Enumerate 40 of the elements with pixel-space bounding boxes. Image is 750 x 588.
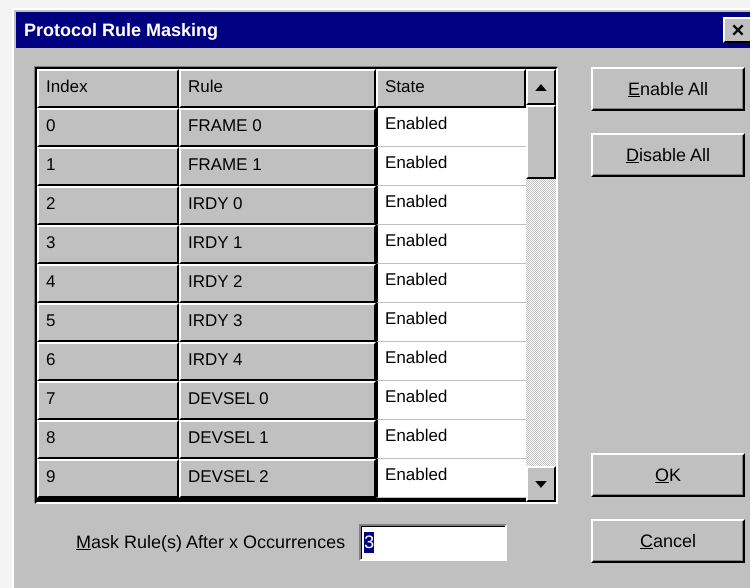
table-cell: 1 [37,147,179,186]
table-cell[interactable]: Enabled [376,303,526,342]
table-cell: FRAME 1 [179,147,376,186]
dialog-button[interactable]: OK [591,453,745,497]
table-cell: 8 [37,420,179,459]
table-cell: DEVSEL 2 [179,459,376,498]
table-cell: 5 [37,303,179,342]
dialog-button[interactable]: Enable All [591,67,745,111]
occurrences-label: Mask Rule(s) After x Occurrences [76,532,346,553]
column-header[interactable]: Index [37,69,179,108]
table-cell[interactable]: Enabled [376,186,526,225]
table-cell: 0 [37,108,179,147]
table-cell: IRDY 0 [179,186,376,225]
table-cell: 3 [37,225,179,264]
column-header[interactable]: Rule [179,69,376,108]
table-cell[interactable]: Enabled [376,264,526,303]
occurrences-field[interactable]: 3 [359,524,508,561]
table-cell: IRDY 3 [179,303,376,342]
table-cell[interactable]: Enabled [376,147,526,186]
table-cell[interactable]: Enabled [376,381,526,420]
column-header[interactable]: State [376,69,526,108]
table-cell[interactable]: Enabled [376,459,526,498]
table-cell[interactable]: Enabled [376,108,526,147]
table-cell: DEVSEL 1 [179,420,376,459]
table-cell: DEVSEL 0 [179,381,376,420]
dialog-button[interactable]: Cancel [591,519,745,563]
table-cell[interactable]: Enabled [376,225,526,264]
window-title: Protocol Rule Masking [24,20,218,40]
table-cell: 2 [37,186,179,225]
table-cell: IRDY 4 [179,342,376,381]
table-cell: IRDY 2 [179,264,376,303]
table-cell: IRDY 1 [179,225,376,264]
table-cell[interactable]: Enabled [376,420,526,459]
table-cell: 4 [37,264,179,303]
table-cell: FRAME 0 [179,108,376,147]
table-cell: 7 [37,381,179,420]
dialog-button[interactable]: Disable All [591,133,745,177]
table-cell: 6 [37,342,179,381]
table-cell[interactable]: Enabled [376,342,526,381]
table-cell: 9 [37,459,179,498]
